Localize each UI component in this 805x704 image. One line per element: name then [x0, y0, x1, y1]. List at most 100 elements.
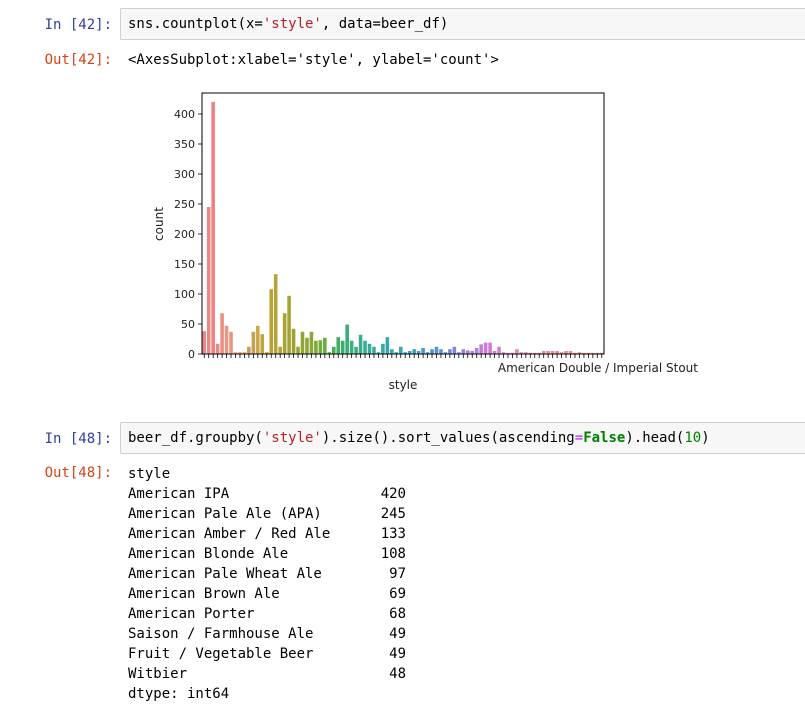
bar [273, 274, 278, 354]
bar [367, 343, 372, 354]
bar [278, 346, 282, 354]
series-row: American Amber / Red Ale 133 [128, 524, 406, 544]
bar [448, 349, 452, 354]
series-dtype: dtype: int64 [128, 686, 230, 702]
bar [497, 346, 501, 354]
bar [291, 328, 296, 354]
bar [269, 289, 274, 354]
bar [461, 349, 466, 354]
bar [309, 331, 314, 354]
cell-48-output-prompt: Out[48]: [44, 465, 112, 481]
bar [340, 340, 345, 354]
bar [479, 344, 483, 354]
bar [372, 346, 376, 354]
bar [385, 337, 390, 354]
series-row: American Pale Wheat Ale 97 [128, 564, 406, 584]
y-tick-label: 350 [174, 138, 195, 151]
series-row-value: 68 [389, 606, 406, 622]
bar [434, 346, 439, 354]
bar [398, 346, 403, 354]
bar [349, 340, 354, 354]
bar [215, 343, 220, 354]
bar [220, 313, 224, 354]
bar [251, 331, 256, 354]
y-tick-label: 50 [181, 318, 195, 331]
series-row-label: American Pale Ale (APA) [128, 506, 322, 522]
series-row: American IPA 420 [128, 484, 406, 504]
bar [363, 340, 367, 354]
bar [358, 334, 363, 354]
series-row-label: Fruit / Vegetable Beer [128, 646, 314, 662]
series-row-value: 245 [380, 506, 406, 522]
y-tick-label: 400 [174, 108, 195, 121]
series-row-label: American Amber / Red Ale [128, 526, 331, 542]
series-row-label: American Pale Wheat Ale [128, 566, 322, 582]
series-row-label: Witbier [128, 666, 188, 682]
y-tick-label: 100 [174, 288, 195, 301]
axes-frame [201, 92, 605, 355]
cell-42-code: sns.countplot(x='style', data=beer_df) [128, 16, 449, 32]
y-tick-label: 150 [174, 258, 195, 271]
series-row: American Porter 68 [128, 604, 406, 624]
series-row: American Blonde Ale 108 [128, 544, 406, 564]
bar [260, 334, 265, 354]
bar [224, 325, 229, 354]
cell-42-output-text: <AxesSubplot:xlabel='style', ylabel='cou… [128, 52, 499, 68]
bars-group [202, 102, 604, 354]
bar [256, 325, 260, 354]
y-axis: 0 50 100 150 200 250 300 350 400 [174, 108, 202, 361]
series-row-label: Saison / Farmhouse Ale [128, 626, 314, 642]
bar [381, 343, 385, 354]
series-row-value: 69 [389, 586, 406, 602]
series-row-value: 48 [389, 666, 406, 682]
series-row: Saison / Farmhouse Ale 49 [128, 624, 406, 644]
bar [390, 349, 394, 354]
bar [465, 350, 470, 354]
bar [515, 349, 519, 354]
series-row-value: 108 [380, 546, 406, 562]
series-row: American Brown Ale 69 [128, 584, 406, 604]
x-tick-label-overflow: American Double / Imperial Stout [498, 361, 698, 375]
bar [296, 346, 300, 354]
bar [202, 331, 207, 354]
bar [300, 331, 305, 354]
series-row-label: American Porter [128, 606, 255, 622]
cell-48-input-prompt: In [48]: [44, 431, 112, 447]
bar [323, 337, 327, 354]
bar [488, 342, 492, 354]
countplot-chart: 0 50 100 150 200 250 300 350 400 American Double… [152, 92, 698, 392]
bar [282, 313, 287, 354]
series-row-label: American IPA [128, 486, 230, 502]
series-row-label: American Brown Ale [128, 586, 280, 602]
x-axis-ticks [203, 354, 603, 358]
bar [318, 340, 323, 354]
y-tick-label: 0 [188, 348, 195, 361]
series-row: Witbier 48 [128, 664, 406, 684]
y-tick-label: 200 [174, 228, 195, 241]
cell-42-code-editor[interactable]: sns.countplot(x='style', data=beer_df) [120, 8, 805, 40]
bar [211, 102, 215, 354]
series-row: Fruit / Vegetable Beer 49 [128, 644, 406, 664]
bar [430, 349, 434, 354]
series-header: style [128, 466, 171, 482]
bar [354, 346, 358, 354]
y-tick-label: 250 [174, 198, 195, 211]
cell-48-code-editor[interactable]: beer_df.groupby('style').size().sort_val… [120, 422, 805, 454]
cell-42-input-prompt: In [42]: [44, 17, 112, 33]
series-rows: American IPA 420 American Pale Ale (APA) 24… [128, 484, 406, 684]
bar [421, 348, 425, 354]
bar [314, 340, 318, 354]
cell-48-series-output: style American IPA 420 American Pale Ale (… [128, 464, 406, 704]
bar [412, 349, 416, 354]
bar [336, 337, 341, 354]
bar [287, 295, 291, 354]
series-row-value: 420 [380, 486, 406, 502]
y-axis-label: count [152, 207, 166, 241]
bar [345, 324, 349, 354]
series-row-value: 49 [389, 626, 406, 642]
x-axis-label: style [389, 378, 418, 392]
bar [247, 346, 251, 354]
series-row-value: 97 [389, 566, 406, 582]
series-row-value: 133 [380, 526, 406, 542]
bar [331, 346, 336, 354]
